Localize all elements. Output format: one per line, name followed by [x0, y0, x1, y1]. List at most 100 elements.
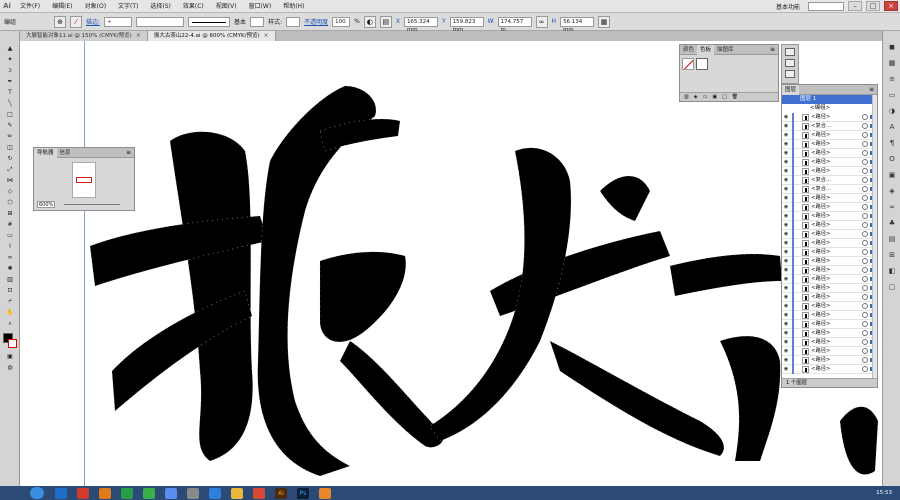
none-swatch[interactable] [682, 58, 694, 70]
target-circle-icon[interactable] [862, 258, 868, 264]
fill-swatch-icon[interactable]: ⊕ [54, 15, 67, 28]
transparency-icon[interactable]: ◑ [887, 107, 897, 116]
opacity-field[interactable]: 100 [332, 16, 351, 27]
visibility-eye-icon[interactable]: ◉ [782, 140, 790, 149]
close-tab-icon[interactable]: × [136, 31, 141, 41]
symbols-icon[interactable] [785, 48, 795, 56]
gradient-tool-icon[interactable]: ▭ [6, 232, 14, 239]
zoom-tool-icon[interactable]: ⌕ [6, 320, 14, 327]
visibility-eye-icon[interactable]: ◉ [782, 365, 790, 374]
visibility-eye-icon[interactable]: ◉ [782, 338, 790, 347]
start-button[interactable] [30, 487, 44, 499]
slice-tool-icon[interactable]: ⌿ [6, 298, 14, 305]
target-circle-icon[interactable] [862, 339, 868, 345]
browser-icon[interactable] [55, 487, 67, 499]
target-circle-icon[interactable] [862, 114, 868, 120]
target-circle-icon[interactable] [862, 141, 868, 147]
app-icon[interactable] [77, 487, 89, 499]
lasso-icon[interactable]: ↄ [6, 67, 14, 74]
target-circle-icon[interactable] [862, 150, 868, 156]
visibility-eye-icon[interactable]: ◉ [782, 275, 790, 284]
tab-document-1[interactable]: 大展智能对象11.ai @ 150% (CMYK/预览) × [20, 31, 148, 41]
opentype-icon[interactable]: O [887, 155, 897, 164]
visibility-eye-icon[interactable]: ◉ [782, 212, 790, 221]
visibility-eye-icon[interactable]: ◉ [782, 302, 790, 311]
visibility-eye-icon[interactable]: ◉ [782, 149, 790, 158]
stroke-label[interactable]: 描边: [86, 17, 100, 26]
target-circle-icon[interactable] [862, 204, 868, 210]
layer-item-row[interactable]: ◉ <路径> [782, 364, 877, 374]
tab-color[interactable]: 颜色 [680, 45, 697, 55]
shape-builder-icon[interactable]: ⬡ [6, 199, 14, 206]
stroke-color-icon[interactable] [8, 339, 17, 348]
x-field[interactable]: 165.324 mm [403, 16, 438, 33]
target-circle-icon[interactable] [862, 231, 868, 237]
opacity-label[interactable]: 不透明度 [304, 17, 328, 26]
visibility-eye-icon[interactable]: ◉ [782, 347, 790, 356]
target-circle-icon[interactable] [862, 132, 868, 138]
graphic-styles-icon[interactable] [785, 70, 795, 78]
menu-type[interactable]: 文字(T) [112, 0, 144, 13]
visibility-eye-icon[interactable]: ◉ [782, 167, 790, 176]
draw-mode-icon[interactable]: ◍ [6, 364, 14, 371]
visibility-eye-icon[interactable]: ◉ [782, 131, 790, 140]
target-circle-icon[interactable] [862, 276, 868, 282]
zoom-level-field[interactable]: 600% [37, 201, 55, 208]
target-circle-icon[interactable] [862, 177, 868, 183]
menu-select[interactable]: 选择(S) [144, 0, 177, 13]
graph-tool-icon[interactable]: ▥ [6, 276, 14, 283]
visibility-eye-icon[interactable]: ◉ [782, 185, 790, 194]
visibility-eye-icon[interactable]: ◉ [782, 293, 790, 302]
screen-mode-icon[interactable]: ▣ [6, 353, 14, 360]
gradient-icon[interactable]: ▭ [887, 91, 897, 100]
edge-icon[interactable] [209, 487, 221, 499]
target-circle-icon[interactable] [862, 195, 868, 201]
view-area-indicator[interactable] [76, 177, 92, 183]
y-field[interactable]: 159.823 mm [449, 16, 484, 33]
target-circle-icon[interactable] [862, 366, 868, 372]
swatch-kinds-icon[interactable]: ◈ [694, 94, 698, 100]
mesh-tool-icon[interactable]: # [6, 221, 14, 228]
maximize-button[interactable]: □ [866, 1, 880, 11]
target-circle-icon[interactable] [862, 312, 868, 318]
pen-tool-icon[interactable]: ✒ [6, 78, 14, 85]
pencil-tool-icon[interactable]: ✏ [6, 133, 14, 140]
target-circle-icon[interactable] [862, 303, 868, 309]
menu-effect[interactable]: 效果(C) [177, 0, 210, 13]
align-icon[interactable]: ▤ [887, 235, 897, 244]
app-icon[interactable] [99, 487, 111, 499]
folder-icon[interactable] [231, 487, 243, 499]
width-tool-icon[interactable]: ⋈ [6, 177, 14, 184]
brushes-icon[interactable] [785, 59, 795, 67]
height-field[interactable]: 56.134 mm [560, 16, 595, 33]
brush-field[interactable] [250, 16, 265, 27]
visibility-eye-icon[interactable]: ◉ [782, 158, 790, 167]
panel-menu-icon[interactable]: ≡ [869, 86, 877, 93]
menu-help[interactable]: 帮助(H) [277, 0, 310, 13]
visibility-eye-icon[interactable]: ◉ [782, 329, 790, 338]
target-circle-icon[interactable] [862, 168, 868, 174]
tab-navigator[interactable]: 导航器 [34, 147, 57, 158]
swatches-icon[interactable]: ▦ [887, 59, 897, 68]
tab-swatches[interactable]: 色板 [697, 44, 715, 55]
new-color-group-icon[interactable]: ▣ [712, 94, 717, 100]
rotate-tool-icon[interactable]: ↻ [6, 155, 14, 162]
transform-icon[interactable]: ⊞ [887, 251, 897, 260]
appearance-icon[interactable]: ▣ [887, 171, 897, 180]
search-input[interactable] [808, 1, 844, 11]
illustrator-icon[interactable]: Ai [275, 487, 287, 499]
menu-edit[interactable]: 编辑(E) [46, 0, 78, 13]
visibility-eye-icon[interactable]: ◉ [782, 248, 790, 257]
selection-tool-icon[interactable]: ▲ [6, 45, 14, 52]
link-icon[interactable]: ∞ [535, 15, 548, 28]
visibility-eye-icon[interactable]: ◉ [782, 230, 790, 239]
align-icon[interactable]: ▤ [379, 15, 392, 28]
paragraph-icon[interactable]: ¶ [887, 139, 897, 148]
app-icon[interactable] [165, 487, 177, 499]
symbol-sprayer-icon[interactable]: ✺ [6, 265, 14, 272]
app-icon[interactable] [143, 487, 155, 499]
workspace-switcher[interactable]: 基本功能 [772, 2, 804, 11]
hand-tool-icon[interactable]: ✋ [6, 309, 14, 316]
scale-tool-icon[interactable]: ⤢ [6, 166, 14, 173]
target-circle-icon[interactable] [862, 294, 868, 300]
